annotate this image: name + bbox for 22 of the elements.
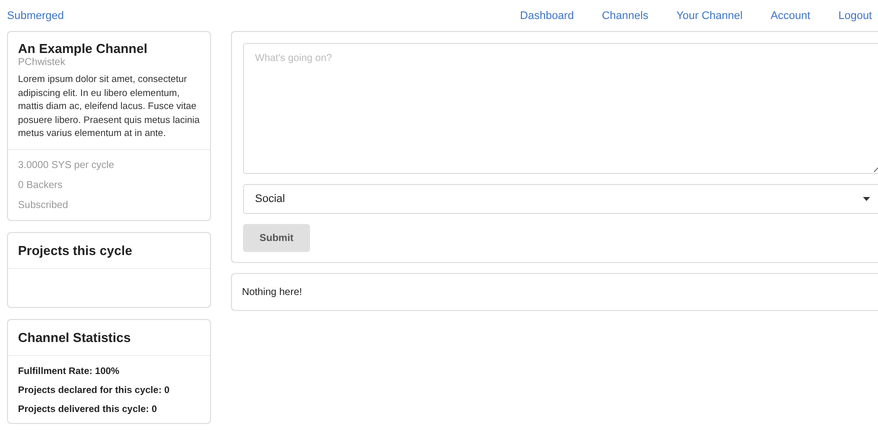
- channel-description: Lorem ipsum dolor sit amet, consectetur adipiscing elit. In eu libero elementum, mattis diam ac, eleifend lacus. Fusce vitae posuere libero. Praesent quis metus lacinia metus varius elementum at in ante.: [18, 73, 200, 140]
- channel-title: An Example Channel: [18, 41, 148, 56]
- nav-link[interactable]: Your Channel: [676, 10, 743, 22]
- nav-link[interactable]: Account: [770, 10, 810, 22]
- category-select[interactable]: Social: [243, 184, 878, 214]
- card-title: Projects this cycle: [18, 242, 134, 258]
- empty-message: Nothing here!: [242, 286, 302, 298]
- brand-link[interactable]: Submerged: [7, 10, 64, 22]
- statistic-line: Projects delivered this cycle: 0: [18, 402, 158, 416]
- statistic-line: Fulfillment Rate: 100%: [18, 364, 120, 378]
- channel-fact: 3.0000 SYS per cycle: [18, 158, 116, 172]
- channel-fact: Subscribed: [18, 198, 70, 212]
- card-title: Channel Statistics: [18, 330, 132, 344]
- caret-icon: [863, 197, 870, 201]
- channel-fact: 0 Backers: [18, 178, 64, 192]
- submit-button[interactable]: Submit: [243, 224, 310, 252]
- channel-owner: PChwistek: [18, 56, 66, 70]
- nav-link[interactable]: Dashboard: [520, 10, 574, 22]
- nav-link[interactable]: Channels: [602, 10, 648, 22]
- nav-link[interactable]: Logout: [838, 10, 872, 22]
- statistic-line: Projects declared for this cycle: 0: [18, 384, 171, 398]
- post-field[interactable]: What's going on?: [243, 43, 878, 174]
